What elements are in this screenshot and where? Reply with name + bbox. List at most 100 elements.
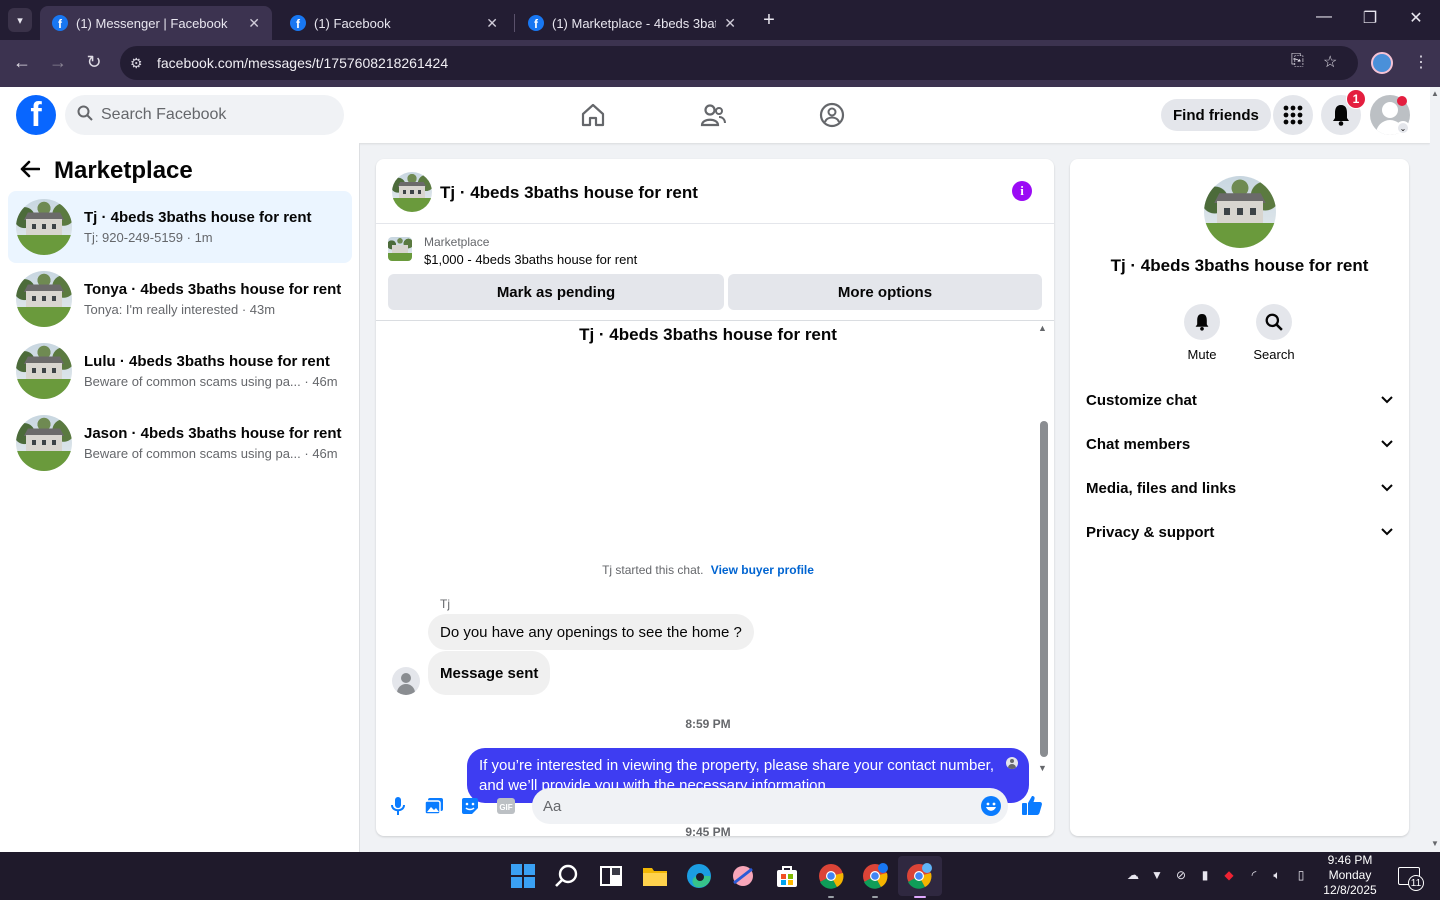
task-view-icon[interactable] — [598, 863, 624, 889]
close-tab-icon[interactable]: ✕ — [486, 15, 498, 32]
conversation-list-panel: Marketplace Tj · 4beds 3baths house for … — [0, 143, 360, 852]
listing-thumbnail — [388, 237, 412, 261]
chat-members-section[interactable]: Chat members — [1086, 422, 1393, 466]
notification-badge: 1 — [1346, 89, 1366, 109]
tray-folder-icon[interactable]: ▮ — [1197, 868, 1213, 884]
listing-thumbnail — [16, 343, 72, 399]
chat-avatar[interactable] — [392, 172, 432, 212]
mark-as-pending-button[interactable]: Mark as pending — [388, 274, 724, 310]
tab-title: (1) Marketplace - 4beds 3baths — [552, 15, 717, 31]
gif-icon[interactable]: GIF — [496, 796, 516, 816]
mute-button[interactable]: Mute — [1172, 304, 1232, 362]
conversation-item[interactable]: Jason · 4beds 3baths house for rent Bewa… — [8, 407, 352, 479]
chrome-active-icon[interactable] — [906, 863, 932, 889]
sticker-icon[interactable] — [460, 796, 480, 816]
tray-app2-icon[interactable]: ◆ — [1221, 868, 1237, 884]
microphone-icon[interactable] — [388, 796, 408, 816]
conversation-item[interactable]: Lulu · 4beds 3baths house for rent Bewar… — [8, 335, 352, 407]
tray-vpn-icon[interactable]: ▼ — [1149, 868, 1165, 884]
message-input[interactable] — [532, 788, 1008, 824]
tab-messenger[interactable]: f (1) Messenger | Facebook ✕ — [40, 6, 272, 40]
battery-icon[interactable]: ▯ — [1293, 868, 1309, 884]
scroll-down-arrow[interactable]: ▼ — [1038, 763, 1047, 773]
wifi-icon[interactable]: ◜ — [1246, 868, 1262, 884]
view-buyer-profile-link[interactable]: View buyer profile — [711, 563, 814, 577]
find-friends-button[interactable]: Find friends — [1161, 99, 1271, 131]
section-label: Chat members — [1086, 435, 1191, 453]
windows-taskbar: ☁ ▼ ⊘ ▮ ◆ ◜ 🔈︎ ▯ 9:46 PM Monday 12/8/202… — [0, 852, 1440, 900]
forward-icon[interactable]: → — [46, 52, 70, 73]
bookmark-star-icon[interactable]: ☆ — [1323, 52, 1337, 72]
friends-nav-icon[interactable] — [693, 97, 733, 133]
reload-icon[interactable]: ↻ — [82, 52, 106, 73]
back-icon[interactable]: ← — [10, 52, 34, 73]
close-tab-icon[interactable]: ✕ — [248, 15, 260, 32]
chat-title[interactable]: Tj · 4beds 3baths house for rent — [440, 183, 698, 203]
scrollbar-thumb[interactable] — [1040, 421, 1048, 757]
thumbs-up-icon[interactable] — [1021, 794, 1043, 816]
tray-app-icon[interactable]: ⊘ — [1173, 868, 1189, 884]
back-arrow-icon[interactable] — [20, 158, 41, 184]
home-nav-icon[interactable] — [573, 97, 613, 133]
browser-menu-icon[interactable]: ⋮ — [1413, 52, 1429, 72]
scroll-up-arrow[interactable]: ▲ — [1038, 323, 1047, 333]
sidebar-header: Marketplace — [20, 157, 193, 185]
customize-chat-section[interactable]: Customize chat — [1086, 378, 1393, 422]
close-window-icon[interactable]: ✕ — [1404, 8, 1428, 28]
details-avatar[interactable] — [1204, 176, 1276, 248]
incoming-message[interactable]: Message sent — [428, 651, 551, 695]
running-indicator — [872, 896, 878, 898]
tray-onedrive-icon[interactable]: ☁ — [1125, 868, 1141, 884]
search-input[interactable] — [101, 106, 321, 124]
groups-nav-icon[interactable] — [812, 97, 852, 133]
chrome-icon[interactable] — [818, 863, 844, 889]
store-icon[interactable] — [774, 863, 800, 889]
media-files-links-section[interactable]: Media, files and links — [1086, 466, 1393, 510]
facebook-logo-icon[interactable]: f — [16, 95, 56, 135]
privacy-support-section[interactable]: Privacy & support — [1086, 510, 1393, 554]
restore-icon[interactable]: ❐ — [1358, 8, 1382, 28]
listing-thumbnail — [16, 199, 72, 255]
sender-avatar[interactable] — [392, 667, 420, 695]
chevron-down-icon[interactable]: ⌄ — [1396, 121, 1410, 135]
listing-price-title: $1,000 - 4beds 3baths house for rent — [424, 252, 638, 267]
minimize-icon[interactable]: — — [1312, 8, 1336, 26]
tab-marketplace[interactable]: f (1) Marketplace - 4beds 3baths ✕ — [516, 6, 748, 40]
browser-profile-icon[interactable] — [1371, 52, 1393, 74]
close-tab-icon[interactable]: ✕ — [724, 15, 736, 32]
chrome-profile-icon[interactable] — [862, 863, 888, 889]
file-explorer-icon[interactable] — [642, 863, 668, 889]
emoji-icon[interactable] — [981, 796, 1001, 816]
bell-icon — [1184, 304, 1220, 340]
snipping-tool-icon[interactable] — [730, 863, 756, 889]
mute-label: Mute — [1187, 347, 1217, 362]
conversation-item[interactable]: Tj · 4beds 3baths house for rent Tj: 920… — [8, 191, 352, 263]
search-in-chat-button[interactable]: Search — [1244, 304, 1304, 362]
menu-grid-icon[interactable] — [1273, 95, 1313, 135]
facebook-header: f Find friends 1 ⌄ — [0, 87, 1430, 143]
taskbar-search-icon[interactable] — [554, 863, 580, 889]
site-settings-icon[interactable]: ⚙ — [130, 55, 148, 72]
search-box[interactable] — [65, 95, 344, 135]
install-app-icon[interactable]: ⎘ — [1291, 52, 1304, 70]
tab-search-icon[interactable]: ▾ — [8, 8, 32, 32]
volume-icon[interactable]: 🔈︎ — [1269, 868, 1285, 884]
sidebar-title: Marketplace — [54, 157, 193, 184]
conversation-name: Tonya · 4beds 3baths house for rent — [84, 281, 342, 298]
new-tab-button[interactable]: + — [758, 8, 780, 32]
search-label: Search — [1253, 347, 1295, 362]
section-label: Media, files and links — [1086, 479, 1237, 497]
incoming-message[interactable]: Do you have any openings to see the home… — [428, 614, 754, 650]
system-clock[interactable]: 9:46 PM Monday 12/8/2025 — [1316, 852, 1384, 900]
page-scrollbar[interactable]: ▲ ▼ — [1430, 87, 1440, 852]
windows-start-icon[interactable] — [510, 863, 536, 889]
info-icon[interactable]: i — [1012, 181, 1032, 201]
listing-thumbnail — [16, 271, 72, 327]
photo-icon[interactable] — [424, 796, 444, 816]
address-bar[interactable]: ⚙ facebook.com/messages/t/17576082182614… — [120, 46, 1358, 80]
edge-browser-icon[interactable] — [686, 863, 712, 889]
tab-facebook[interactable]: f (1) Facebook ✕ — [278, 6, 510, 40]
more-options-button[interactable]: More options — [728, 274, 1042, 310]
chat-details-panel: Tj · 4beds 3baths house for rent Mute Se… — [1070, 159, 1409, 836]
conversation-item[interactable]: Tonya · 4beds 3baths house for rent Tony… — [8, 263, 352, 335]
